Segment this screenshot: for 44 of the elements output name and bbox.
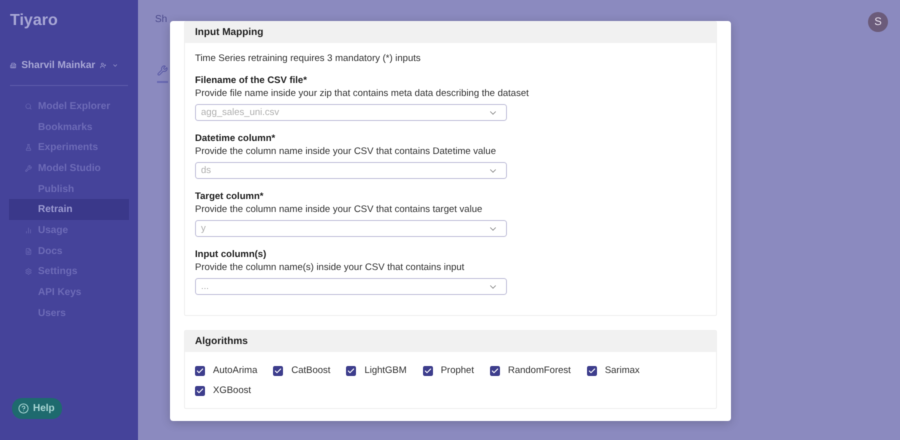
sidebar-subitem[interactable]: Retrain	[9, 199, 129, 220]
search-icon	[25, 102, 32, 110]
bar-chart-icon	[25, 226, 32, 234]
checkbox-label: Prophet	[440, 365, 474, 376]
checkbox[interactable]	[195, 386, 205, 396]
checkbox-label: CatBoost	[291, 365, 330, 376]
field-hint: Provide the column name(s) inside your CSV that contains input	[195, 262, 466, 273]
add-user-icon[interactable]	[100, 61, 107, 70]
checkbox[interactable]	[195, 366, 205, 376]
field-hint: Provide the column name inside your CSV that contains Datetime value	[195, 146, 497, 157]
intro-text: Time Series retraining requires 3 mandatory (*) inputs	[195, 53, 422, 64]
settings-icon	[25, 268, 32, 276]
breadcrumb[interactable]: Sh	[155, 14, 168, 25]
checkbox-label: XGBoost	[213, 385, 252, 396]
field-hint: Provide file name inside your zip that contains meta data describing the dataset	[195, 88, 530, 99]
flask-icon	[25, 144, 32, 152]
checkbox-label: LightGBM	[364, 365, 407, 376]
field-label: Filename of the CSV file*	[195, 75, 308, 86]
help-button[interactable]: Help	[12, 398, 62, 419]
dropdown-field[interactable]: ...	[195, 278, 507, 295]
field-label: Input column(s)	[195, 249, 268, 260]
field-label: Datetime column*	[195, 133, 276, 144]
checkbox[interactable]	[273, 366, 284, 376]
dropdown-field[interactable]: agg_sales_uni.csv	[195, 104, 507, 121]
help-icon	[18, 403, 29, 414]
checkbox-label: RandomForest	[508, 365, 571, 376]
checkbox[interactable]	[346, 366, 356, 376]
checkbox[interactable]	[586, 366, 597, 376]
document-icon	[25, 248, 32, 255]
checkbox-label: Sarimax	[604, 365, 640, 376]
section-title: Input Mapping	[185, 22, 716, 43]
user-name: Sharvil Mainkar	[21, 60, 96, 71]
section-title: Algorithms	[185, 331, 716, 352]
dropdown-field[interactable]: ds	[195, 162, 507, 179]
dropdown-field[interactable]: y	[195, 220, 507, 237]
field-label: Target column*	[195, 191, 264, 202]
avatar[interactable]: S	[868, 12, 888, 32]
field-hint: Provide the column name inside your CSV that contains target value	[195, 204, 484, 215]
checkbox[interactable]	[490, 366, 500, 376]
checkbox-label: AutoArima	[213, 365, 258, 376]
building-icon	[10, 61, 16, 70]
logo: Tiyaro	[9, 12, 59, 31]
wrench-icon	[25, 164, 32, 172]
checkbox[interactable]	[422, 366, 433, 376]
